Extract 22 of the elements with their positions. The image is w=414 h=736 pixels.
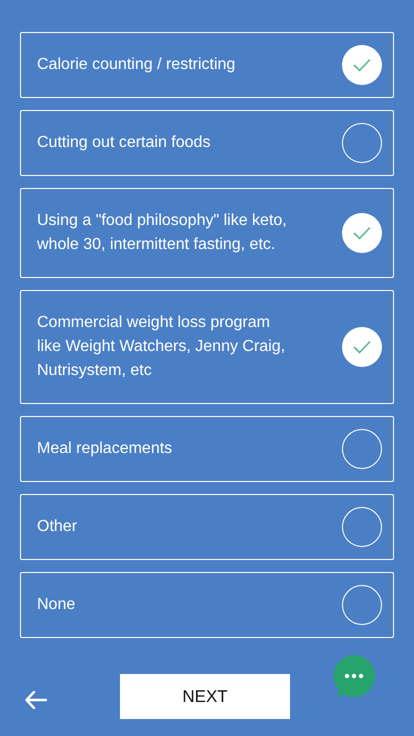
back-arrow-icon [25,691,47,709]
back-button[interactable] [24,688,48,712]
chat-button[interactable] [332,654,376,700]
option-label: Commercial weight loss program like Weight Watchers, Jenny Craig, Nutrisystem, etc [37,313,286,381]
option-label: Other [37,517,78,537]
option-card[interactable]: Meal replacements [20,416,394,482]
next-button[interactable]: NEXT [120,674,290,719]
option-card[interactable]: Other [20,494,394,560]
option-card[interactable]: Using a "food philosophy" like keto, whole 30, intermittent fasting, etc. [20,188,394,278]
option-label: Meal replacements [37,439,172,459]
option-card[interactable]: Cutting out certain foods [20,110,394,176]
option-card[interactable]: Calorie counting / restricting [20,32,394,98]
option-card[interactable]: None [20,572,394,638]
option-label: Using a "food philosophy" like keto, whole 30, intermittent fasting, etc. [37,211,287,255]
option-label: Cutting out certain foods [37,133,210,153]
option-label: None [37,595,76,615]
chat-bubble-icon [332,654,376,700]
check-icon [353,58,371,72]
option-label: Calorie counting / restricting [37,55,236,75]
check-icon [353,340,371,354]
option-card[interactable]: Commercial weight loss program like Weight Watchers, Jenny Craig, Nutrisystem, etc [20,290,394,404]
check-icon [353,226,371,240]
